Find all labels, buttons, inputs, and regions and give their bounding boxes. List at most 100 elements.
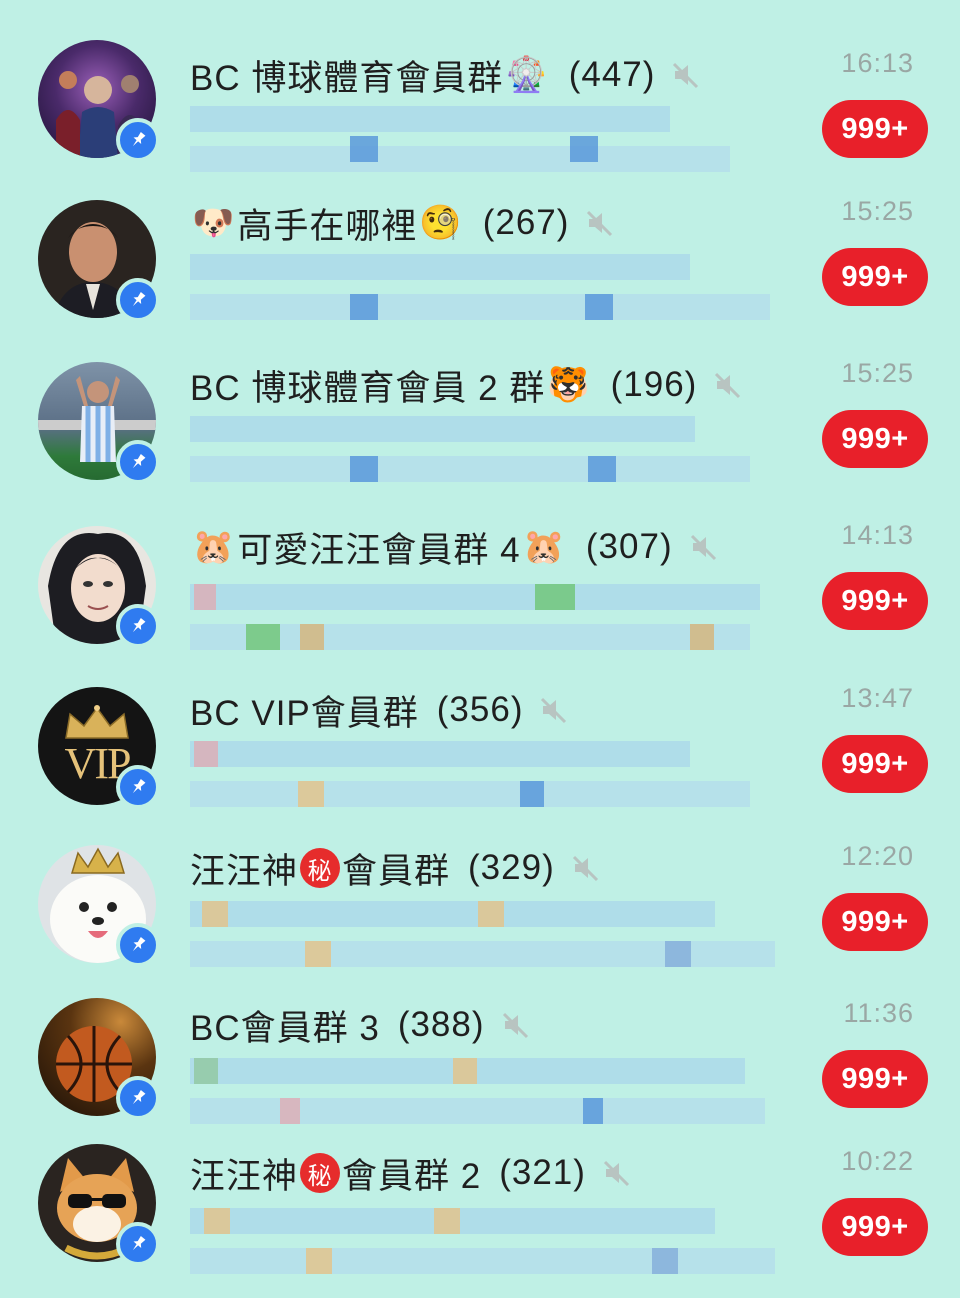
pin-icon xyxy=(132,453,146,469)
crown-icon xyxy=(65,704,129,739)
unread-badge: 999+ xyxy=(822,410,928,468)
message-preview-blurred xyxy=(190,741,790,817)
pin-badge xyxy=(116,278,160,322)
secret-emoji: 秘 xyxy=(300,848,341,888)
chat-title: 汪汪神 秘 會員群 2 (321) xyxy=(190,1148,632,1198)
member-count: (307) xyxy=(585,527,673,566)
pin-icon xyxy=(132,1235,146,1251)
unread-badge: 999+ xyxy=(822,893,928,951)
avatar[interactable] xyxy=(38,526,160,648)
message-preview-blurred xyxy=(190,1056,790,1132)
chat-list: BC 博球體育會員群 🎡 (447) 16:13 999+ 🐶 高手在哪裡 🧐 … xyxy=(0,0,960,1280)
timestamp: 16:13 xyxy=(841,48,914,78)
member-count: (329) xyxy=(468,848,555,887)
chat-title: BC 博球體育會員群 🎡 (447) xyxy=(190,50,701,100)
chat-name: BC 博球體育會員群 xyxy=(190,58,504,98)
pin-badge xyxy=(116,923,160,967)
mute-icon xyxy=(673,62,699,89)
mute-icon xyxy=(572,855,598,882)
pin-icon xyxy=(132,936,146,952)
message-preview-blurred xyxy=(190,578,790,654)
message-preview-blurred xyxy=(190,254,790,330)
mute-icon xyxy=(715,372,741,399)
mute-icon xyxy=(603,1160,629,1187)
mute-icon xyxy=(541,697,567,724)
chat-row[interactable]: 汪汪神 秘 會員群 2 (321) 10:22 999+ xyxy=(0,1144,960,1298)
chat-title: 汪汪神 秘 會員群 (329) xyxy=(190,843,601,893)
chat-name-part1: 汪汪神 xyxy=(190,1156,299,1196)
pin-badge xyxy=(116,118,160,162)
message-preview-blurred xyxy=(190,899,790,975)
member-count: (267) xyxy=(482,203,570,242)
timestamp: 13:47 xyxy=(841,683,914,713)
chat-name: BC VIP會員群 xyxy=(190,693,419,733)
message-preview-blurred xyxy=(190,1204,790,1280)
chat-name: BC 博球體育會員 2 群 xyxy=(190,368,546,408)
pin-badge xyxy=(116,1222,160,1266)
avatar[interactable] xyxy=(38,362,160,484)
avatar[interactable]: VIP xyxy=(38,687,160,809)
member-count: (196) xyxy=(610,365,698,404)
avatar[interactable] xyxy=(38,200,160,322)
chat-name-part2: 會員群 xyxy=(342,851,451,891)
hamster-emoji: 🐹 xyxy=(522,527,566,567)
monocle-face-emoji: 🧐 xyxy=(419,203,463,243)
timestamp: 11:36 xyxy=(843,998,914,1028)
chat-row[interactable]: BC 博球體育會員群 🎡 (447) 16:13 999+ xyxy=(0,40,960,200)
chat-name-part2: 會員群 2 xyxy=(342,1156,482,1196)
pin-badge xyxy=(116,604,160,648)
pin-icon xyxy=(132,1089,146,1105)
mute-icon xyxy=(690,534,716,561)
chat-row[interactable]: BC會員群 3 (388) 11:36 999+ xyxy=(0,998,960,1150)
chat-row[interactable]: 🐶 高手在哪裡 🧐 (267) 15:25 999+ xyxy=(0,196,960,348)
avatar[interactable] xyxy=(38,1144,160,1266)
timestamp: 10:22 xyxy=(841,1146,914,1176)
unread-badge: 999+ xyxy=(822,735,928,793)
pin-icon xyxy=(132,778,146,794)
unread-badge: 999+ xyxy=(822,100,928,158)
secret-emoji: 秘 xyxy=(300,1153,341,1193)
member-count: (356) xyxy=(436,690,524,729)
timestamp: 14:13 xyxy=(841,520,914,550)
hamster-emoji: 🐹 xyxy=(192,527,236,567)
chat-name: 高手在哪裡 xyxy=(237,206,418,246)
member-count: (447) xyxy=(568,55,656,94)
member-count: (388) xyxy=(397,1005,485,1044)
chat-title: 🐹 可愛汪汪會員群 4 🐹 (307) xyxy=(190,522,719,572)
pin-icon xyxy=(132,131,146,147)
pin-badge xyxy=(116,1076,160,1120)
chat-row[interactable]: 🐹 可愛汪汪會員群 4 🐹 (307) 14:13 999+ xyxy=(0,520,960,672)
chat-title: BC VIP會員群 (356) xyxy=(190,685,569,735)
unread-badge: 999+ xyxy=(822,572,928,630)
dog-face-emoji: 🐶 xyxy=(192,203,236,243)
unread-badge: 999+ xyxy=(822,248,928,306)
avatar[interactable] xyxy=(38,845,160,967)
chat-title: BC 博球體育會員 2 群 🐯 (196) xyxy=(190,360,743,410)
pin-badge xyxy=(116,765,160,809)
chat-row[interactable]: BC 博球體育會員 2 群 🐯 (196) 15:25 999+ xyxy=(0,358,960,510)
unread-badge: 999+ xyxy=(822,1050,928,1108)
message-preview-blurred xyxy=(190,416,790,492)
ferris-wheel-emoji: 🎡 xyxy=(505,55,549,95)
chat-title: 🐶 高手在哪裡 🧐 (267) xyxy=(190,198,615,248)
chat-name-part1: 汪汪神 xyxy=(190,851,299,891)
mute-icon xyxy=(587,210,613,237)
timestamp: 15:25 xyxy=(841,196,914,226)
timestamp: 15:25 xyxy=(841,358,914,388)
avatar[interactable] xyxy=(38,40,160,162)
pin-badge xyxy=(116,440,160,484)
message-preview-blurred xyxy=(190,106,790,182)
chat-title: BC會員群 3 (388) xyxy=(190,1000,531,1050)
tiger-face-emoji: 🐯 xyxy=(547,365,591,405)
chat-name: BC會員群 3 xyxy=(190,1008,380,1048)
pin-icon xyxy=(132,291,146,307)
member-count: (321) xyxy=(499,1153,586,1192)
pin-icon xyxy=(132,617,146,633)
mute-icon xyxy=(502,1012,528,1039)
chat-name: 可愛汪汪會員群 4 xyxy=(237,530,521,570)
timestamp: 12:20 xyxy=(841,841,914,871)
avatar[interactable] xyxy=(38,998,160,1120)
chat-row[interactable]: VIP BC VIP會員群 (356) 13:47 999+ xyxy=(0,683,960,835)
unread-badge: 999+ xyxy=(822,1198,928,1256)
chat-row[interactable]: 汪汪神 秘 會員群 (329) 12:20 999+ xyxy=(0,841,960,993)
